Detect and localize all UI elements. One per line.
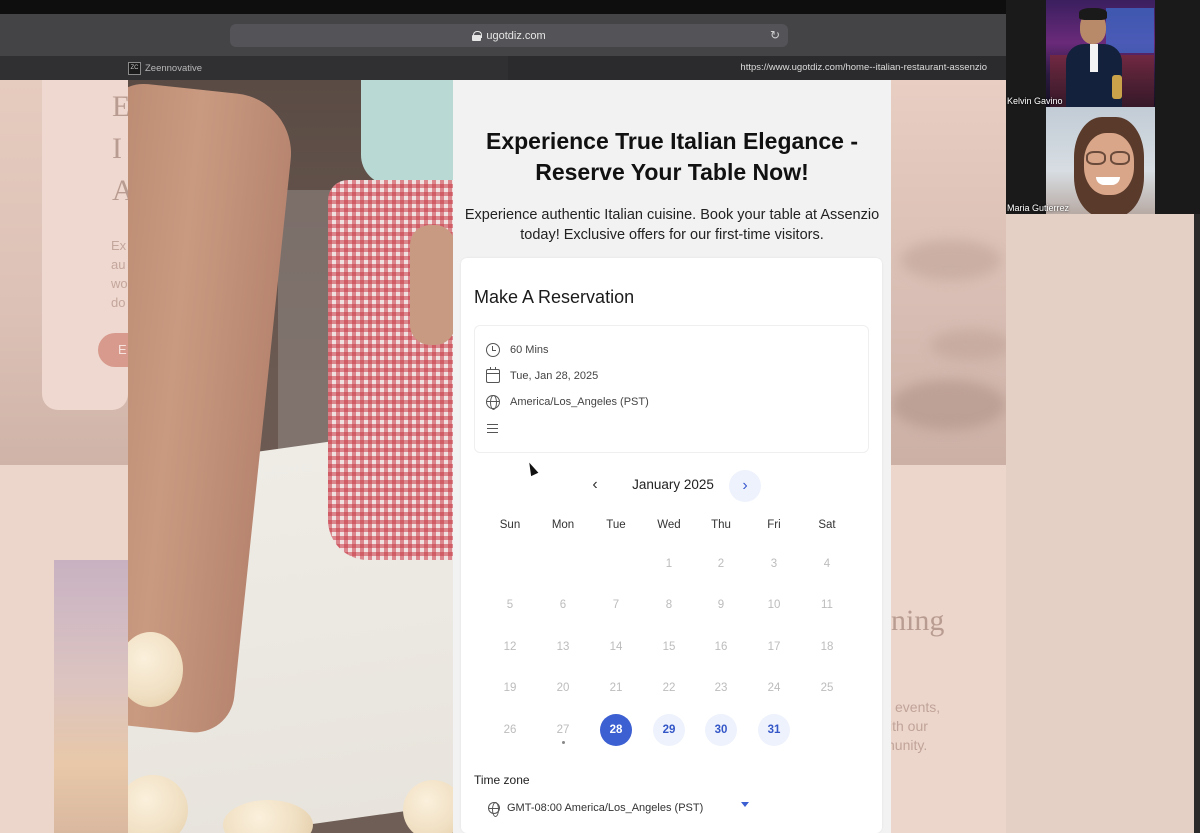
calendar-day-5: 5 bbox=[506, 599, 514, 611]
caret-down-icon bbox=[741, 802, 749, 807]
lock-icon bbox=[472, 30, 483, 41]
weekday-wed: Wed bbox=[657, 519, 681, 531]
browser-toolbar: ugotdiz.com ↻ bbox=[0, 14, 1006, 56]
weekday-sun: Sun bbox=[499, 519, 521, 531]
hero-subtitle: Experience authentic Italian cuisine. Bo… bbox=[464, 207, 880, 243]
calendar-day-14: 14 bbox=[609, 641, 623, 653]
timezone-value: America/Los_Angeles (PST) bbox=[510, 396, 649, 408]
tab-bar: ZC Zeennovative https://www.ugotdiz.com/… bbox=[0, 56, 1006, 80]
duration-value: 60 Mins bbox=[510, 344, 549, 356]
calendar-day-8: 8 bbox=[665, 599, 673, 611]
reservation-title: Make A Reservation bbox=[474, 287, 635, 307]
participant-name-maria: Maria Gutierrez bbox=[1007, 203, 1070, 213]
background-text-2: au bbox=[111, 257, 126, 272]
month-label: January 2025 bbox=[632, 477, 714, 492]
hero-title: Experience True Italian Elegance - Reser… bbox=[486, 128, 858, 185]
background-section-heading: ning bbox=[891, 604, 945, 637]
address-text: ugotdiz.com bbox=[486, 29, 546, 42]
calendar-day-3: 3 bbox=[770, 558, 778, 570]
next-month-button[interactable]: › bbox=[729, 470, 761, 502]
month-navigation: ‹ January 2025 › bbox=[453, 470, 891, 502]
calendar-day-7: 7 bbox=[612, 599, 620, 611]
calendar-day-6: 6 bbox=[559, 599, 567, 611]
calendar-day-10: 10 bbox=[767, 599, 781, 611]
calendar-day-23: 23 bbox=[714, 682, 728, 694]
calendar-day-15: 15 bbox=[662, 641, 676, 653]
notes-icon bbox=[486, 421, 500, 435]
date-value: Tue, Jan 28, 2025 bbox=[510, 370, 599, 382]
background-heading-line-2: I bbox=[112, 132, 122, 165]
background-text-4: do bbox=[111, 295, 126, 310]
globe-icon bbox=[488, 802, 500, 817]
calendar-day-11: 11 bbox=[821, 599, 833, 611]
calendar-day-28[interactable]: 28 bbox=[600, 714, 632, 746]
calendar-day-19: 19 bbox=[503, 682, 517, 694]
calendar-day-29[interactable]: 29 bbox=[653, 714, 685, 746]
right-edge-strip bbox=[1194, 214, 1200, 833]
today-indicator-dot bbox=[561, 741, 565, 744]
globe-icon bbox=[486, 395, 500, 410]
background-cta-button: E bbox=[98, 333, 128, 367]
background-text-3: wo bbox=[111, 276, 128, 291]
timezone-label: Time zone bbox=[474, 773, 530, 787]
calendar-day-22: 22 bbox=[662, 682, 676, 694]
calendar-day-12: 12 bbox=[503, 641, 517, 653]
background-section-text: events, ith our nunity. bbox=[887, 699, 941, 753]
weekday-fri: Fri bbox=[767, 519, 781, 531]
reservation-panel: Experience True Italian Elegance - Reser… bbox=[453, 80, 891, 833]
calendar-day-17: 17 bbox=[767, 641, 781, 653]
calendar-day-20: 20 bbox=[556, 682, 570, 694]
calendar-icon bbox=[486, 367, 500, 383]
background-text-1: Ex bbox=[111, 238, 127, 253]
dough-photo bbox=[128, 80, 453, 833]
address-bar[interactable]: ugotdiz.com ↻ bbox=[230, 24, 788, 47]
duration-row: 60 Mins bbox=[486, 343, 549, 357]
reservation-details: 60 Mins Tue, Jan 28, 2025 America/Los_An… bbox=[474, 325, 869, 453]
calendar-day-30[interactable]: 30 bbox=[705, 714, 737, 746]
clock-icon bbox=[486, 343, 500, 357]
calendar-day-16: 16 bbox=[714, 641, 728, 653]
favicon-icon: ZC bbox=[128, 61, 141, 75]
calendar-day-24: 24 bbox=[767, 682, 781, 694]
chevron-left-icon: ‹ bbox=[592, 476, 598, 493]
participant-name-kelvin: Kelvin Gavino bbox=[1007, 96, 1063, 106]
prev-month-button[interactable]: ‹ bbox=[584, 474, 606, 496]
participant-video-maria[interactable] bbox=[1046, 107, 1155, 214]
participant-video-kelvin[interactable] bbox=[1046, 0, 1155, 107]
timezone-select[interactable]: GMT-08:00 America/Los_Angeles (PST) bbox=[474, 797, 749, 819]
top-edge-bar bbox=[0, 0, 1006, 14]
weekday-tue: Tue bbox=[606, 519, 626, 531]
timezone-select-value: GMT-08:00 America/Los_Angeles (PST) bbox=[507, 802, 704, 814]
weekday-mon: Mon bbox=[551, 519, 575, 531]
tab-url: https://www.ugotdiz.com/home--italian-re… bbox=[740, 62, 987, 73]
calendar-day-25: 25 bbox=[820, 682, 834, 694]
calendar-day-1: 1 bbox=[665, 558, 673, 570]
background-image-strip bbox=[54, 560, 128, 833]
background-sky-image bbox=[891, 80, 1011, 465]
calendar-day-26: 26 bbox=[503, 724, 517, 736]
timezone-row: America/Los_Angeles (PST) bbox=[486, 395, 649, 410]
date-row: Tue, Jan 28, 2025 bbox=[486, 367, 599, 383]
tab-zeennovative[interactable]: ZC Zeennovative bbox=[0, 56, 508, 80]
notes-row bbox=[486, 421, 510, 435]
tab-title: Zeennovative bbox=[145, 62, 203, 74]
calendar-day-9: 9 bbox=[717, 599, 725, 611]
calendar-day-31[interactable]: 31 bbox=[758, 714, 790, 746]
reload-icon[interactable]: ↻ bbox=[770, 28, 780, 42]
calendar-day-18: 18 bbox=[820, 641, 834, 653]
weekday-thu: Thu bbox=[711, 519, 731, 531]
calendar-day-21: 21 bbox=[609, 682, 623, 694]
calendar-day-4: 4 bbox=[823, 558, 831, 570]
weekday-sat: Sat bbox=[818, 519, 836, 531]
calendar-day-2: 2 bbox=[717, 558, 725, 570]
calendar-day-13: 13 bbox=[556, 641, 570, 653]
chevron-right-icon: › bbox=[742, 477, 748, 494]
